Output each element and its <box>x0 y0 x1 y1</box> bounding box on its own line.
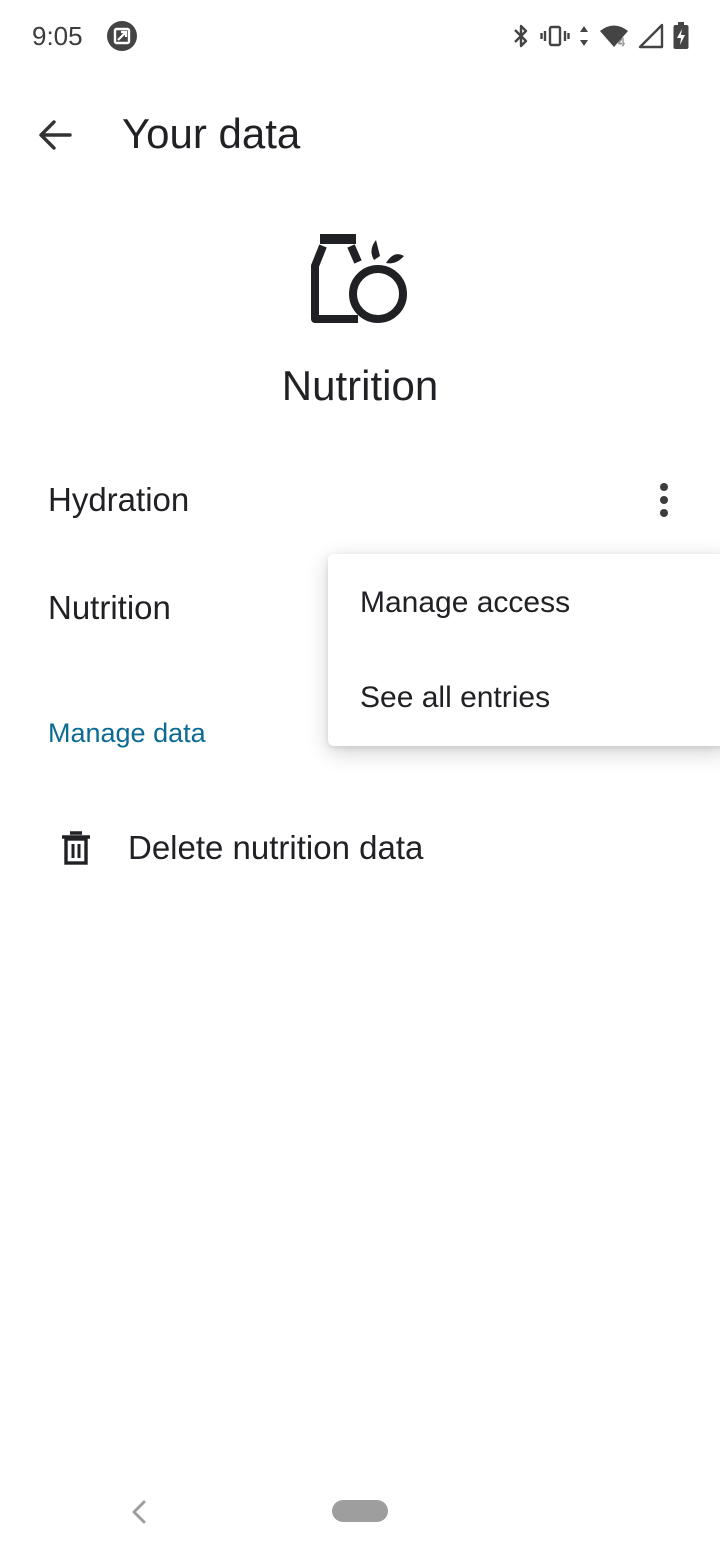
delete-data-button[interactable]: Delete nutrition data <box>0 808 720 888</box>
menu-item-label: Manage access <box>360 586 571 619</box>
menu-item-see-all-entries[interactable]: See all entries <box>328 650 720 746</box>
menu-item-manage-access[interactable]: Manage access <box>328 554 720 650</box>
bluetooth-icon <box>514 24 528 48</box>
menu-item-label: See all entries <box>360 681 551 714</box>
back-button[interactable] <box>26 106 84 164</box>
status-time: 9:05 <box>32 21 83 51</box>
category-title: Nutrition <box>281 362 439 409</box>
wifi-icon: 4 <box>600 25 628 49</box>
delete-icon <box>62 831 90 865</box>
status-icons: 4 <box>510 18 690 54</box>
cell-signal-icon <box>638 23 664 49</box>
more-vert-icon <box>660 483 668 517</box>
nav-home-pill-icon[interactable] <box>332 1500 388 1522</box>
vibrate-icon <box>540 25 570 47</box>
data-type-hydration[interactable]: Hydration <box>48 480 189 520</box>
svg-text:4: 4 <box>618 36 625 49</box>
nav-back-icon[interactable] <box>124 1494 154 1530</box>
data-arrows-icon <box>580 26 588 46</box>
battery-charging-icon <box>673 22 689 49</box>
page-title: Your data <box>122 110 301 157</box>
data-type-nutrition[interactable]: Nutrition <box>48 588 171 628</box>
overflow-popup-menu: Manage access See all entries <box>328 554 720 746</box>
nutrition-icon <box>310 232 412 326</box>
arrow-back-icon <box>39 120 72 150</box>
delete-data-label: Delete nutrition data <box>128 829 424 866</box>
section-header-manage-data: Manage data <box>48 718 206 748</box>
overflow-menu-button[interactable] <box>636 472 692 528</box>
screenshot-notification-icon <box>106 20 138 52</box>
